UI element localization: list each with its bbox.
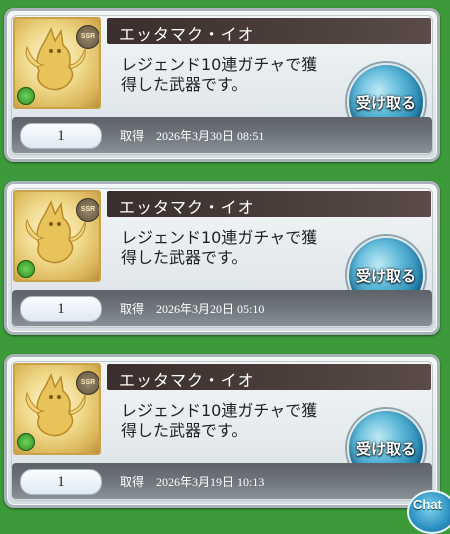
item-info-bar: 1 取得 2026年3月30日 08:51 <box>12 117 432 153</box>
acquired-info: 取得 2026年3月30日 08:51 <box>120 127 276 144</box>
description-line: 得した武器です。 <box>121 75 248 94</box>
weapon-thumbnail[interactable]: SSR <box>13 363 101 455</box>
present-card: SSR エッタマク・イオ レジェンド10連ガチャで獲 得した武器です。 受け取る… <box>4 8 440 162</box>
claim-button-label: 受け取る <box>355 440 416 458</box>
item-info-bar: 1 取得 2026年3月19日 10:13 <box>12 463 432 499</box>
acquired-label: 取得 <box>120 302 145 316</box>
acquired-datetime: 2026年3月30日 08:51 <box>156 129 265 143</box>
item-description: レジェンド10連ガチャで獲 得した武器です。 <box>121 228 349 268</box>
quantity-value: 1 <box>20 123 102 149</box>
item-name-bar: エッタマク・イオ <box>107 191 431 217</box>
rarity-badge: SSR <box>76 198 99 222</box>
claim-button-label: 受け取る <box>355 94 416 112</box>
description-line: レジェンド10連ガチャで獲 <box>121 228 318 247</box>
description-line: レジェンド10連ガチャで獲 <box>121 401 318 420</box>
description-line: 得した武器です。 <box>121 248 248 267</box>
acquired-info: 取得 2026年3月20日 05:10 <box>120 300 276 317</box>
acquired-info: 取得 2026年3月19日 10:13 <box>120 473 276 490</box>
item-description: レジェンド10連ガチャで獲 得した武器です。 <box>121 401 349 441</box>
rarity-badge: SSR <box>76 25 99 49</box>
present-card: SSR エッタマク・イオ レジェンド10連ガチャで獲 得した武器です。 受け取る… <box>4 181 440 335</box>
description-line: レジェンド10連ガチャで獲 <box>121 55 318 74</box>
item-name: エッタマク・イオ <box>119 198 255 217</box>
quantity-value: 1 <box>20 296 102 322</box>
description-line: 得した武器です。 <box>121 421 248 440</box>
weapon-thumbnail[interactable]: SSR <box>13 17 101 109</box>
chat-button-label: Chat <box>413 497 442 512</box>
chat-button[interactable]: Chat <box>407 490 450 534</box>
item-name: エッタマク・イオ <box>119 25 255 44</box>
present-card: SSR エッタマク・イオ レジェンド10連ガチャで獲 得した武器です。 受け取る… <box>4 354 440 508</box>
quantity-value: 1 <box>20 469 102 495</box>
item-info-bar: 1 取得 2026年3月20日 05:10 <box>12 290 432 326</box>
wind-element-icon <box>17 87 35 105</box>
acquired-label: 取得 <box>120 475 145 489</box>
item-name-bar: エッタマク・イオ <box>107 364 431 390</box>
claim-button-label: 受け取る <box>355 267 416 285</box>
acquired-label: 取得 <box>120 129 145 143</box>
acquired-datetime: 2026年3月20日 05:10 <box>156 302 265 316</box>
item-name: エッタマク・イオ <box>119 371 255 390</box>
item-name-bar: エッタマク・イオ <box>107 18 431 44</box>
wind-element-icon <box>17 260 35 278</box>
weapon-thumbnail[interactable]: SSR <box>13 190 101 282</box>
acquired-datetime: 2026年3月19日 10:13 <box>156 475 265 489</box>
wind-element-icon <box>17 433 35 451</box>
rarity-badge: SSR <box>76 371 99 395</box>
item-description: レジェンド10連ガチャで獲 得した武器です。 <box>121 55 349 95</box>
